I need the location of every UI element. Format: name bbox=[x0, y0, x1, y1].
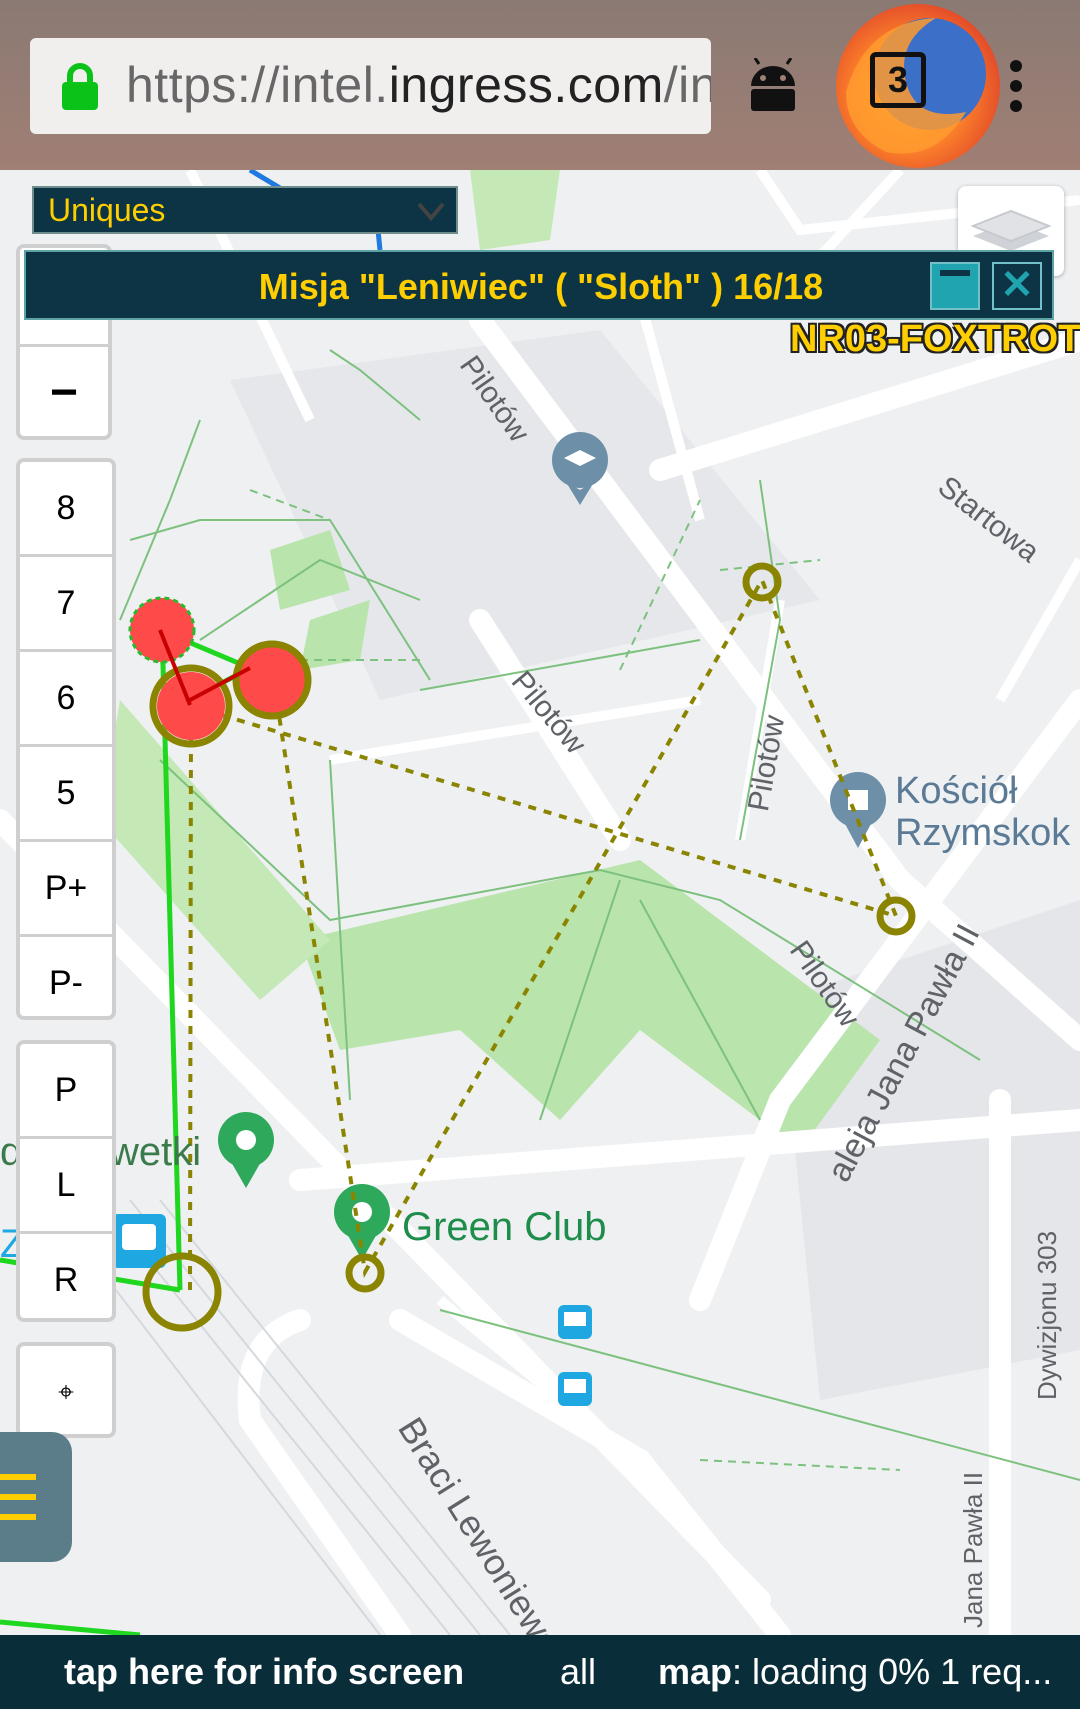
menu-dots-icon[interactable] bbox=[1010, 60, 1024, 116]
layer-toggle-group: P L R bbox=[16, 1040, 116, 1322]
close-icon[interactable]: ✕ bbox=[992, 262, 1042, 310]
level-7-button[interactable]: 7 bbox=[20, 557, 112, 652]
map-status: map: loading 0% 1 req... bbox=[658, 1651, 1052, 1693]
level-6-button[interactable]: 6 bbox=[20, 652, 112, 747]
train-station-icon bbox=[112, 1214, 166, 1268]
level-minus-button[interactable]: P- bbox=[20, 937, 112, 1016]
map-status-label: map bbox=[658, 1651, 733, 1692]
browser-toolbar: https://intel.ingress.com/in 3 bbox=[0, 0, 1080, 170]
sidebar-toggle-button[interactable] bbox=[0, 1432, 72, 1562]
portal-level-filter: 8 7 6 5 P+ P- bbox=[16, 458, 116, 1020]
level-plus-button[interactable]: P+ bbox=[20, 842, 112, 937]
locate-icon[interactable]: ⌖ bbox=[20, 1346, 112, 1434]
url-text: https://intel.ingress.com/in bbox=[126, 56, 711, 114]
uniques-filter-select[interactable]: Uniques bbox=[32, 186, 458, 234]
uniques-select-value: Uniques bbox=[48, 192, 166, 228]
status-bar: tap here for info screen all map: loadin… bbox=[0, 1635, 1080, 1709]
poi-label-partial: wetki bbox=[110, 1130, 202, 1174]
url-bar[interactable]: https://intel.ingress.com/in bbox=[30, 38, 711, 134]
map-status-text: : loading 0% 1 req... bbox=[732, 1651, 1053, 1692]
tabs-icon[interactable]: 3 bbox=[870, 52, 926, 108]
street-label: Dywizjonu 303 bbox=[1032, 1230, 1062, 1400]
fields-toggle-button[interactable]: R bbox=[20, 1234, 112, 1318]
portal-name-label: NR03-FOXTROT bbox=[790, 318, 1080, 360]
locate-control: ⌖ bbox=[16, 1342, 116, 1438]
portal-marker bbox=[157, 672, 225, 740]
url-host: ingress.com bbox=[388, 57, 664, 113]
mission-header: Misja "Leniwiec" ( "Sloth" ) 16/18 ✕ bbox=[24, 250, 1054, 320]
links-toggle-button[interactable]: L bbox=[20, 1139, 112, 1234]
info-screen-link[interactable]: tap here for info screen bbox=[64, 1651, 464, 1693]
zoom-out-button[interactable]: − bbox=[20, 347, 108, 436]
android-icon[interactable] bbox=[745, 58, 801, 114]
chevron-down-icon bbox=[417, 202, 445, 222]
level-8-button[interactable]: 8 bbox=[20, 462, 112, 557]
poi-label-kosciol: Kościół bbox=[895, 770, 1018, 812]
level-5-button[interactable]: 5 bbox=[20, 747, 112, 842]
map-canvas[interactable] bbox=[0, 170, 1080, 1635]
url-prefix: https://intel. bbox=[126, 57, 389, 113]
poi-label-rzymskok: Rzymskok bbox=[895, 812, 1071, 854]
portals-toggle-button[interactable]: P bbox=[20, 1044, 112, 1139]
lock-icon bbox=[62, 63, 98, 110]
park-area bbox=[470, 170, 560, 250]
url-suffix: /in bbox=[663, 57, 711, 113]
mission-title: Misja "Leniwiec" ( "Sloth" ) 16/18 bbox=[258, 266, 824, 307]
street-label: Jana Pawła II bbox=[958, 1471, 988, 1628]
poi-label-green-club: Green Club bbox=[402, 1205, 607, 1249]
faction-filter[interactable]: all bbox=[560, 1651, 596, 1693]
minimize-icon[interactable] bbox=[930, 262, 980, 310]
